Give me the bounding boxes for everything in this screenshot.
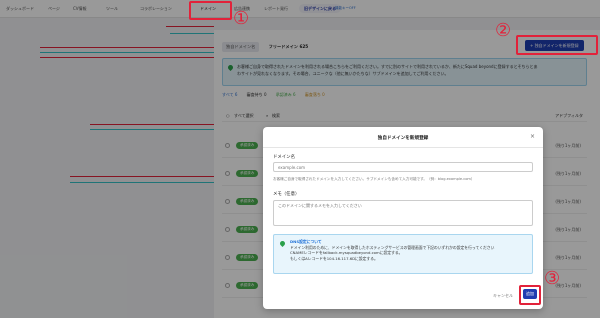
memo-textarea[interactable]	[273, 200, 533, 226]
modal-title: 独自ドメインを新規登録	[377, 136, 429, 141]
dns-line-3: もしくはAレコードを104.16.117.6Dに設定する。	[290, 255, 378, 261]
divider	[263, 147, 543, 148]
dns-info-box: DNS設定について ドメイン利用のために、ドメインを取得したホスティングサービス…	[273, 234, 533, 274]
close-icon[interactable]: ×	[530, 133, 535, 140]
domain-hint: お客様ご自身で取得されたドメインを入力してください。サブドメインも含めて入力可能…	[273, 177, 475, 181]
pin-icon	[278, 239, 287, 248]
domain-label: ドメイン名	[273, 155, 295, 160]
memo-label: メモ（任意）	[273, 192, 300, 197]
annotation-one: ①	[233, 8, 250, 29]
annotation-two: ②	[495, 20, 512, 41]
highlight-domain-tab	[189, 1, 232, 20]
add-domain-modal: 独自ドメインを新規登録 × ドメイン名 お客様ご自身で取得されたドメインを入力し…	[263, 127, 543, 309]
annotation-three: ③	[544, 268, 561, 289]
highlight-add-button	[516, 35, 598, 55]
domain-input[interactable]	[273, 162, 533, 172]
highlight-submit-button	[519, 285, 541, 305]
cancel-button[interactable]: キャンセル	[493, 293, 513, 299]
